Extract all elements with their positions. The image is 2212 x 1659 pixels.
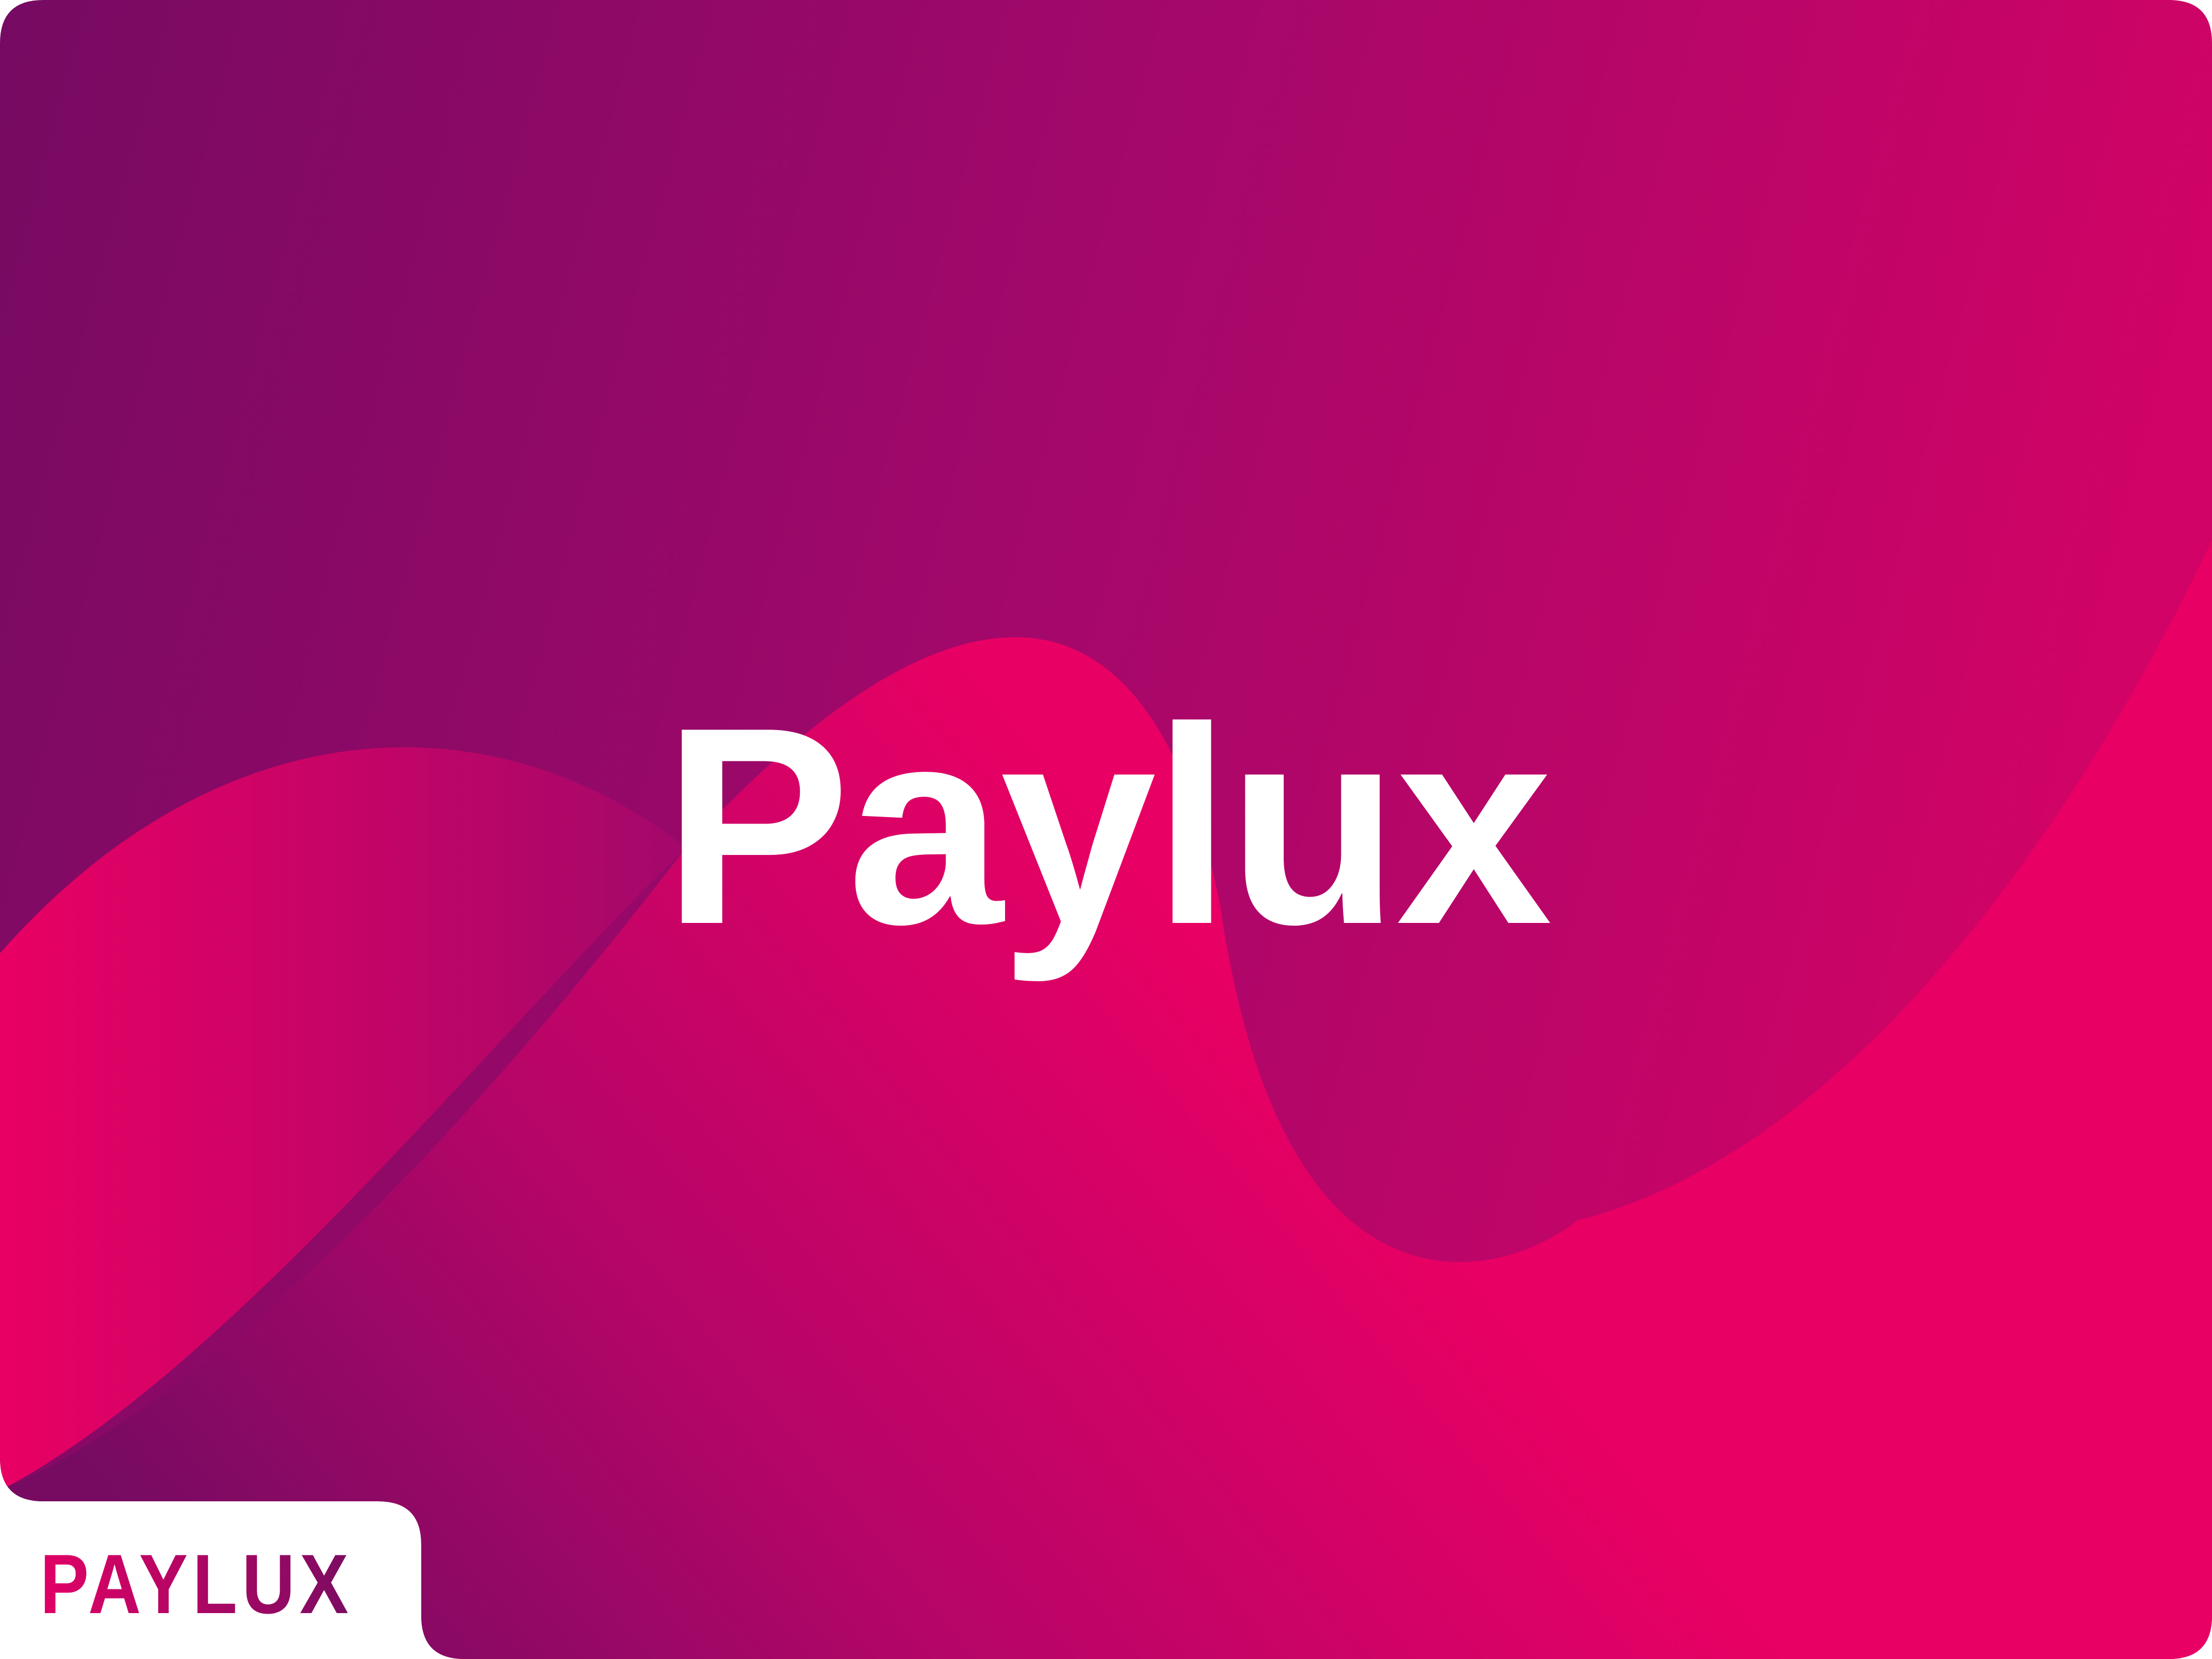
brand-logo: PAYLUX (40, 1537, 348, 1631)
hero-title: Paylux (663, 669, 1553, 983)
brand-logo-text: PAYLUX (40, 1537, 353, 1631)
